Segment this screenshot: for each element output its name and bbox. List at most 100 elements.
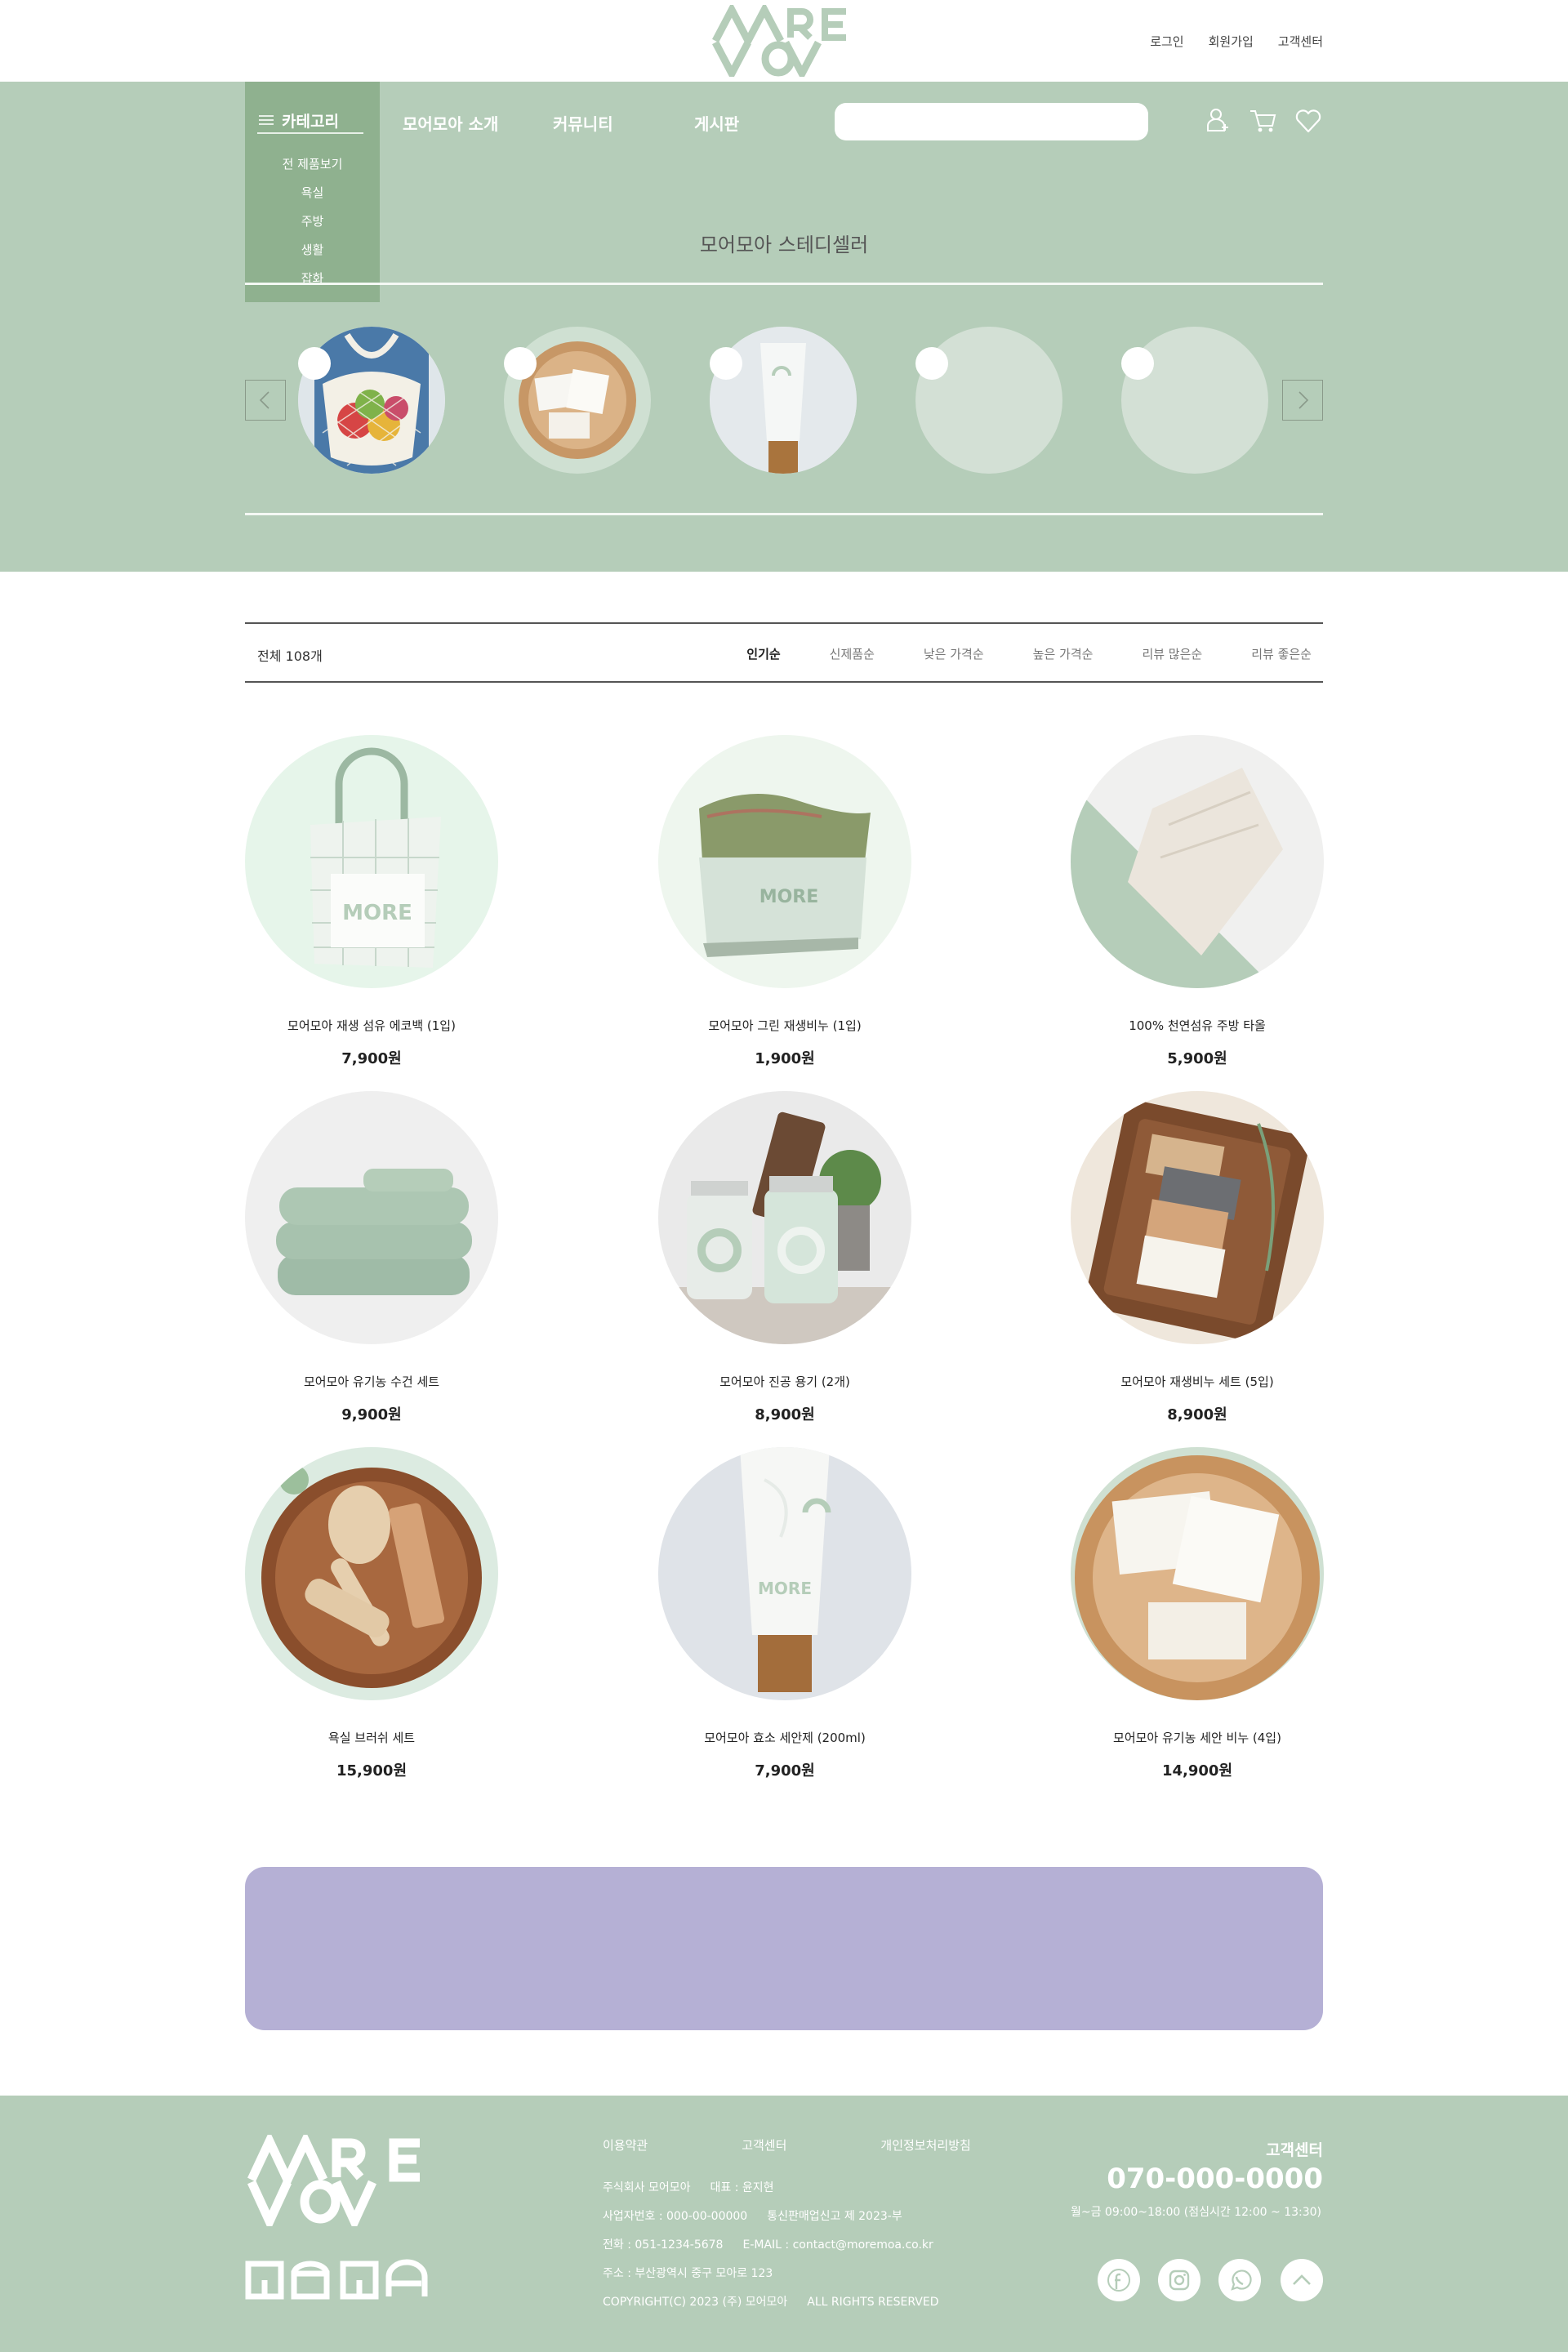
product-price: 8,900원	[755, 1406, 815, 1423]
product-image-soap-set	[1071, 1091, 1324, 1344]
instagram-icon[interactable]	[1158, 2259, 1200, 2301]
product-price: 9,900원	[341, 1406, 402, 1423]
nav-item-community[interactable]: 커뮤니티	[553, 111, 613, 135]
whatsapp-icon[interactable]	[1218, 2259, 1261, 2301]
carousel-item-badge	[504, 347, 537, 380]
product-image-organic-soap	[1071, 1447, 1324, 1700]
product-card[interactable]: 욕실 브러쉬 세트 15,900원	[208, 1447, 535, 1790]
carousel-prev-button[interactable]	[245, 380, 286, 421]
chevron-left-icon	[259, 391, 270, 409]
telephone: 전화 : 051-1234-5678	[603, 2238, 724, 2252]
hero-divider-top	[245, 283, 1323, 285]
category-toggle[interactable]: 카테고리	[257, 108, 363, 134]
main-nav: 카테고리 전 제품보기 욕실 주방 생활 잡화 모어모아 소개 커뮤니티 게시판	[245, 82, 1323, 302]
cart-icon[interactable]	[1248, 106, 1277, 136]
svg-text:MORE: MORE	[758, 1579, 812, 1598]
sort-price-high[interactable]: 높은 가격순	[1033, 645, 1094, 662]
carousel-item-badge	[710, 347, 742, 380]
promo-banner[interactable]	[245, 1867, 1323, 2030]
product-image-bath-brush	[245, 1447, 498, 1700]
privacy-link[interactable]: 개인정보처리방침	[880, 2136, 970, 2154]
utility-links: 로그인 회원가입 고객센터	[1150, 33, 1323, 50]
product-card[interactable]: 모어모아 유기농 세안 비누 (4입) 14,900원	[1034, 1447, 1361, 1790]
ceo: 대표 : 윤지현	[710, 2181, 774, 2194]
product-name: 모어모아 그린 재생비누 (1입)	[708, 1018, 862, 1033]
product-name: 모어모아 효소 세안제 (200ml)	[704, 1731, 866, 1745]
product-card[interactable]: 100% 천연섬유 주방 타올 5,900원	[1034, 735, 1361, 1078]
signup-link[interactable]: 회원가입	[1209, 33, 1254, 50]
carousel-item-badge	[1121, 347, 1154, 380]
email: E-MAIL : contact@moremoa.co.kr	[742, 2238, 933, 2252]
product-price: 8,900원	[1167, 1406, 1227, 1423]
cs-hours: 월~금 09:00~18:00 (점심시간 12:00 ~ 13:30)	[1070, 2206, 1321, 2219]
sort-newest[interactable]: 신제품순	[830, 645, 875, 662]
sort-popular[interactable]: 인기순	[746, 645, 780, 662]
product-name: 모어모아 진공 용기 (2개)	[719, 1374, 850, 1389]
cs-phone: 070-000-0000	[1107, 2163, 1323, 2195]
carousel-next-button[interactable]	[1282, 380, 1323, 421]
category-item-goods[interactable]: 잡화	[245, 265, 380, 293]
product-price: 5,900원	[1167, 1050, 1227, 1067]
product-card[interactable]: 모어모아 진공 용기 (2개) 8,900원	[621, 1091, 948, 1434]
product-count: 전체 108개	[257, 648, 323, 664]
product-price: 15,900원	[336, 1762, 408, 1780]
login-link[interactable]: 로그인	[1150, 33, 1183, 50]
sort-most-reviews[interactable]: 리뷰 많은순	[1142, 645, 1202, 662]
footer: 이용약관 고객센터 개인정보처리방침 주식회사 모어모아 대표 : 윤지현 사업자…	[0, 2096, 1568, 2352]
product-card[interactable]: MORE 모어모아 그린 재생비누 (1입) 1,900원	[621, 735, 948, 1078]
sort-options: 인기순 신제품순 낮은 가격순 높은 가격순 리뷰 많은순 리뷰 좋은순	[697, 645, 1312, 662]
mail-order-number: 통신판매업신고 제 2023-부	[767, 2210, 902, 2223]
footer-logo[interactable]	[245, 2135, 434, 2226]
product-image-eco-bag: MORE	[245, 735, 498, 988]
heart-icon[interactable]	[1294, 106, 1323, 136]
carousel-item-badge	[915, 347, 948, 380]
scroll-top-icon[interactable]	[1281, 2259, 1323, 2301]
product-name: 모어모아 재생 섬유 에코백 (1입)	[287, 1018, 456, 1033]
hamburger-icon	[259, 115, 274, 125]
category-menu: 카테고리 전 제품보기 욕실 주방 생활 잡화	[245, 82, 380, 302]
category-item-all[interactable]: 전 제품보기	[245, 150, 380, 179]
rights-reserved: ALL RIGHTS RESERVED	[807, 2296, 939, 2309]
footer-customer-center-link[interactable]: 고객센터	[742, 2136, 786, 2154]
address: 주소 : 부산광역시 중구 모아로 123	[603, 2267, 773, 2280]
nav-item-board[interactable]: 게시판	[694, 111, 739, 135]
svg-text:MORE: MORE	[342, 901, 412, 925]
product-name: 100% 천연섬유 주방 타올	[1129, 1018, 1266, 1033]
product-price: 1,900원	[755, 1050, 815, 1067]
footer-links: 이용약관 고객센터 개인정보처리방침	[603, 2136, 1065, 2154]
terms-link[interactable]: 이용약관	[603, 2136, 648, 2154]
user-icon[interactable]	[1202, 106, 1232, 136]
copyright: COPYRIGHT(C) 2023 (주) 모어모아	[603, 2296, 788, 2309]
search-input[interactable]	[835, 103, 1148, 140]
product-card[interactable]: 모어모아 재생비누 세트 (5입) 8,900원	[1034, 1091, 1361, 1434]
category-item-bath[interactable]: 욕실	[245, 179, 380, 207]
top-bar: 로그인 회원가입 고객센터	[0, 0, 1568, 82]
svg-text:MORE: MORE	[760, 887, 819, 907]
company-name: 주식회사 모어모아	[603, 2181, 691, 2194]
category-label: 카테고리	[282, 112, 339, 131]
facebook-icon[interactable]	[1098, 2259, 1140, 2301]
footer-wordmark	[245, 2259, 428, 2300]
business-number: 사업자번호 : 000-00-00000	[603, 2210, 748, 2223]
product-image-cleanser-tube: MORE	[658, 1447, 911, 1700]
product-image-kitchen-towel	[1071, 735, 1324, 988]
product-card[interactable]: MORE 모어모아 재생 섬유 에코백 (1입) 7,900원	[208, 735, 535, 1078]
steady-seller-title: 모어모아 스테디셀러	[699, 234, 869, 256]
product-price: 7,900원	[755, 1762, 815, 1780]
product-price: 7,900원	[341, 1050, 402, 1067]
brand-logo[interactable]	[709, 5, 859, 77]
product-name: 모어모아 유기농 수건 세트	[303, 1374, 440, 1389]
sort-price-low[interactable]: 낮은 가격순	[924, 645, 984, 662]
product-card[interactable]: MORE 모어모아 효소 세안제 (200ml) 7,900원	[621, 1447, 948, 1790]
product-card[interactable]: 모어모아 유기농 수건 세트 9,900원	[208, 1091, 535, 1434]
product-name: 모어모아 유기농 세안 비누 (4입)	[1113, 1731, 1281, 1745]
product-name: 욕실 브러쉬 세트	[327, 1731, 416, 1745]
nav-item-about[interactable]: 모어모아 소개	[403, 111, 498, 135]
customer-center-link[interactable]: 고객센터	[1278, 33, 1323, 50]
hero-divider-bottom	[245, 513, 1323, 515]
product-image-green-soap: MORE	[658, 735, 911, 988]
cs-title: 고객센터	[1266, 2141, 1323, 2159]
product-image-towel-set	[245, 1091, 498, 1344]
product-price: 14,900원	[1161, 1762, 1233, 1780]
sort-best-reviews[interactable]: 리뷰 좋은순	[1251, 645, 1312, 662]
